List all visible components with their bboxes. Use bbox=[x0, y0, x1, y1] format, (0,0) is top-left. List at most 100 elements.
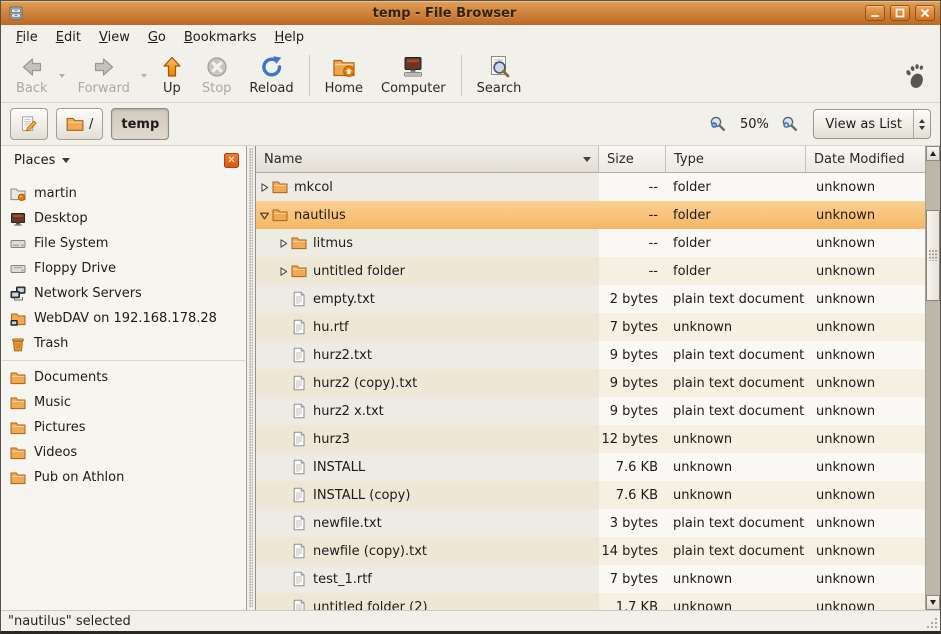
expander-closed-icon[interactable] bbox=[277, 237, 290, 249]
document-icon bbox=[291, 599, 307, 610]
document-icon bbox=[291, 431, 307, 447]
toolbar-separator bbox=[309, 55, 310, 96]
scrollbar-trough[interactable] bbox=[926, 161, 940, 595]
view-as-selector[interactable]: View as List bbox=[813, 109, 931, 139]
type-cell: plain text document bbox=[666, 369, 806, 397]
vertical-scrollbar[interactable] bbox=[925, 146, 940, 610]
list-row[interactable]: test_1.rtf7 bytesunknownunknown bbox=[256, 565, 925, 593]
list-row[interactable]: untitled folder--folderunknown bbox=[256, 257, 925, 285]
sidebar-item-desktop[interactable]: Desktop bbox=[1, 206, 246, 231]
column-header-type[interactable]: Type bbox=[666, 146, 806, 173]
list-row[interactable]: hurz2.txt9 bytesplain text documentunkno… bbox=[256, 341, 925, 369]
list-row[interactable]: hurz2 x.txt9 bytesplain text documentunk… bbox=[256, 397, 925, 425]
menu-file[interactable]: File bbox=[7, 27, 47, 48]
list-row[interactable]: litmus--folderunknown bbox=[256, 229, 925, 257]
sidebar-item-videos[interactable]: Videos bbox=[1, 440, 246, 465]
path-button-current[interactable]: temp bbox=[111, 108, 169, 140]
file-name-label: untitled folder (2) bbox=[313, 600, 428, 611]
size-cell: 9 bytes bbox=[599, 341, 666, 369]
sidebar-item-music[interactable]: Music bbox=[1, 390, 246, 415]
home-button[interactable]: Home bbox=[317, 53, 371, 98]
sidebar-item-trash[interactable]: Trash bbox=[1, 331, 246, 356]
sidebar-item-pictures[interactable]: Pictures bbox=[1, 415, 246, 440]
up-button[interactable]: Up bbox=[152, 53, 192, 98]
minimize-button[interactable] bbox=[865, 5, 885, 21]
column-header-name[interactable]: Name bbox=[256, 146, 599, 173]
computer-button[interactable]: Computer bbox=[373, 53, 454, 98]
forward-dropdown-button bbox=[138, 61, 150, 91]
list-row[interactable]: hurz2 (copy).txt9 bytesplain text docume… bbox=[256, 369, 925, 397]
sidebar-item-network-servers[interactable]: Network Servers bbox=[1, 281, 246, 306]
list-row[interactable]: empty.txt2 bytesplain text documentunkno… bbox=[256, 285, 925, 313]
name-cell: nautilus bbox=[256, 201, 599, 229]
window-icon bbox=[8, 5, 24, 21]
file-name-label: INSTALL bbox=[313, 460, 365, 475]
sidebar-item-documents[interactable]: Documents bbox=[1, 365, 246, 390]
file-list-rows: mkcol--folderunknownnautilus--folderunkn… bbox=[256, 173, 925, 610]
name-cell: hurz3 bbox=[256, 425, 599, 453]
computer-label: Computer bbox=[381, 81, 446, 96]
menu-go[interactable]: Go bbox=[139, 27, 175, 48]
size-cell: 7 bytes bbox=[599, 313, 666, 341]
column-header-date-modified[interactable]: Date Modified bbox=[806, 146, 925, 173]
list-row[interactable]: nautilus--folderunknown bbox=[256, 201, 925, 229]
list-row[interactable]: hurz312 bytesunknownunknown bbox=[256, 425, 925, 453]
menu-help[interactable]: Help bbox=[266, 27, 314, 48]
sidebar-item-floppy-drive[interactable]: Floppy Drive bbox=[1, 256, 246, 281]
menu-view[interactable]: View bbox=[90, 27, 139, 48]
titlebar[interactable]: temp - File Browser bbox=[1, 1, 940, 25]
menu-edit[interactable]: Edit bbox=[47, 27, 90, 48]
zoom-out-icon[interactable] bbox=[709, 115, 727, 133]
pane-splitter[interactable] bbox=[247, 146, 255, 610]
type-cell: folder bbox=[666, 229, 806, 257]
edit-location-button[interactable] bbox=[10, 108, 48, 140]
sidebar-item-label: Videos bbox=[34, 445, 77, 460]
location-bar: / temp 50% View as List bbox=[1, 103, 940, 146]
sidebar-item-webdav-on-192-168-178-28[interactable]: WebDAV on 192.168.178.28 bbox=[1, 306, 246, 331]
zoom-in-icon[interactable] bbox=[781, 115, 799, 133]
sidebar-item-file-system[interactable]: File System bbox=[1, 231, 246, 256]
list-row[interactable]: INSTALL (copy)7.6 KBunknownunknown bbox=[256, 481, 925, 509]
scroll-up-button[interactable] bbox=[926, 146, 940, 161]
list-row[interactable]: hu.rtf7 bytesunknownunknown bbox=[256, 313, 925, 341]
size-cell: 3 bytes bbox=[599, 509, 666, 537]
resize-grip[interactable] bbox=[924, 615, 938, 629]
close-button[interactable] bbox=[915, 5, 935, 21]
maximize-button[interactable] bbox=[890, 5, 910, 21]
status-text: "nautilus" selected bbox=[8, 614, 131, 629]
list-row[interactable]: untitled folder (2)1.7 KBunknownunknown bbox=[256, 593, 925, 610]
sidebar-item-martin[interactable]: martin bbox=[1, 181, 246, 206]
search-button[interactable]: Search bbox=[469, 53, 530, 98]
column-header-size[interactable]: Size bbox=[599, 146, 666, 173]
expander-open-icon[interactable] bbox=[258, 209, 271, 221]
size-cell: -- bbox=[599, 173, 666, 201]
sidebar-separator bbox=[2, 360, 245, 361]
date-cell: unknown bbox=[806, 229, 925, 257]
list-row[interactable]: newfile.txt3 bytesplain text documentunk… bbox=[256, 509, 925, 537]
places-selector[interactable]: Places bbox=[5, 149, 79, 172]
type-cell: unknown bbox=[666, 453, 806, 481]
sidebar-close-button[interactable]: ✕ bbox=[224, 153, 239, 168]
reload-button[interactable]: Reload bbox=[241, 53, 301, 98]
desktop-icon bbox=[10, 211, 26, 227]
menu-bookmarks[interactable]: Bookmarks bbox=[175, 27, 266, 48]
expander-closed-icon[interactable] bbox=[277, 265, 290, 277]
path-button-root[interactable]: / bbox=[56, 108, 103, 140]
list-row[interactable]: mkcol--folderunknown bbox=[256, 173, 925, 201]
file-browser-window: temp - File Browser FileEditViewGoBookma… bbox=[0, 0, 941, 634]
list-row[interactable]: newfile (copy).txt14 bytesplain text doc… bbox=[256, 537, 925, 565]
menubar: FileEditViewGoBookmarksHelp bbox=[1, 25, 940, 49]
statusbar: "nautilus" selected bbox=[1, 610, 940, 631]
type-cell: plain text document bbox=[666, 341, 806, 369]
scroll-down-button[interactable] bbox=[926, 595, 940, 610]
sidebar-item-label: Documents bbox=[34, 370, 108, 385]
name-cell: newfile (copy).txt bbox=[256, 537, 599, 565]
sidebar-item-pub-on-athlon[interactable]: Pub on Athlon bbox=[1, 465, 246, 490]
scrollbar-thumb[interactable] bbox=[926, 210, 940, 301]
date-cell: unknown bbox=[806, 509, 925, 537]
expander-closed-icon[interactable] bbox=[258, 181, 271, 193]
type-cell: folder bbox=[666, 257, 806, 285]
drive-icon bbox=[10, 236, 26, 252]
expander-slot bbox=[277, 489, 290, 501]
list-row[interactable]: INSTALL7.6 KBunknownunknown bbox=[256, 453, 925, 481]
